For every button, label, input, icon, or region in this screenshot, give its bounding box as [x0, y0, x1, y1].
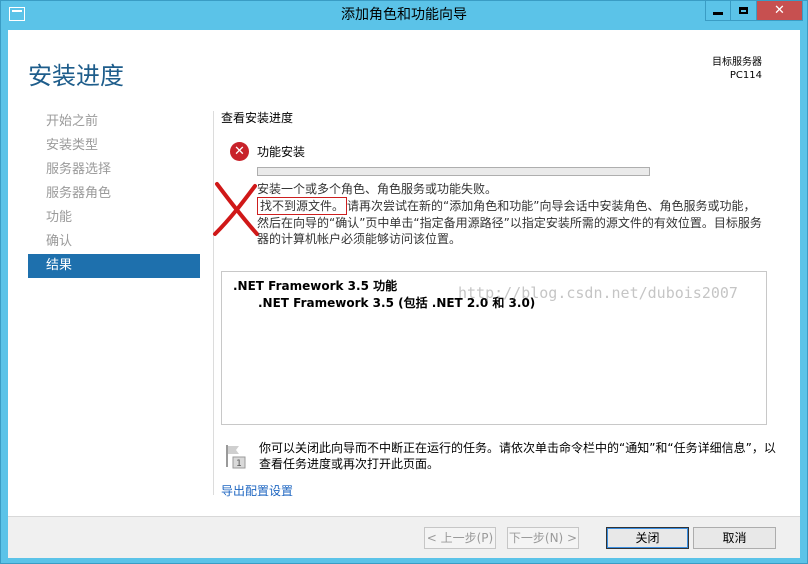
install-progress-bar [257, 167, 650, 176]
svg-text:1: 1 [236, 459, 242, 469]
error-message-line1: 安装一个或多个角色、角色服务或功能失败。 [257, 182, 498, 196]
error-icon: ✕ [230, 142, 249, 161]
title-bar[interactable]: 添加角色和功能向导 ✕ [1, 1, 807, 29]
page-title: 安装进度 [28, 62, 124, 90]
export-config-link[interactable]: 导出配置设置 [221, 482, 293, 499]
error-message-body: 找不到源文件。 请再次尝试在新的“添加角色和功能”向导会话中安装角色、角色服务或功… [257, 197, 767, 247]
red-x-annotation-icon [213, 182, 259, 236]
error-message: 安装一个或多个角色、角色服务或功能失败。 找不到源文件。 请再次尝试在新的“添加角… [257, 181, 767, 247]
close-icon: ✕ [774, 3, 785, 18]
maximize-icon [739, 7, 748, 14]
nav-item-server-roles[interactable]: 服务器角色 [28, 182, 200, 206]
minimize-icon [713, 12, 723, 15]
feature-install-label: 功能安装 [257, 145, 306, 159]
flag-icon: 1 [226, 445, 246, 469]
window-title: 添加角色和功能向导 [341, 7, 467, 23]
minimize-button[interactable] [705, 1, 731, 21]
wizard-nav: 开始之前 安装类型 服务器选择 服务器角色 功能 确认 结果 [28, 110, 200, 278]
cancel-button[interactable]: 取消 [693, 527, 776, 549]
window-controls: ✕ [705, 1, 803, 23]
wizard-footer: < 上一步(P) 下一步(N) > 关闭 取消 [8, 516, 800, 558]
main-panel: 查看安装进度 ✕ 功能安装 安装一个或多个角色、角色服务或功能失败。 找不到源文… [213, 30, 781, 500]
close-button[interactable]: 关闭 [606, 527, 689, 549]
nav-divider [213, 111, 214, 495]
info-text: 你可以关闭此向导而不中断正在运行的任务。请依次单击命令栏中的“通知”和“任务详细… [259, 441, 776, 471]
wizard-client-area: 安装进度 目标服务器 PC114 开始之前 安装类型 服务器选择 服务器角色 功… [8, 30, 800, 558]
wizard-window: 添加角色和功能向导 ✕ 安装进度 目标服务器 PC114 开始之前 安装类型 服… [0, 0, 808, 564]
nav-item-server-selection[interactable]: 服务器选择 [28, 158, 200, 182]
maximize-button[interactable] [731, 1, 757, 21]
close-window-button[interactable]: ✕ [757, 1, 803, 21]
watermark: http://blog.csdn.net/dubois2007 [458, 284, 738, 302]
install-details-box[interactable]: .NET Framework 3.5 功能 .NET Framework 3.5… [221, 271, 767, 425]
next-button[interactable]: 下一步(N) > [507, 527, 579, 549]
section-title: 查看安装进度 [221, 111, 294, 125]
error-source-not-found: 找不到源文件。 [257, 197, 348, 215]
detail-item-feature: .NET Framework 3.5 功能 [233, 279, 398, 293]
previous-button[interactable]: < 上一步(P) [424, 527, 496, 549]
nav-item-installation-type[interactable]: 安装类型 [28, 134, 200, 158]
nav-item-features[interactable]: 功能 [28, 206, 200, 230]
nav-item-before-you-begin[interactable]: 开始之前 [28, 110, 200, 134]
nav-item-results[interactable]: 结果 [28, 254, 200, 278]
nav-item-confirmation[interactable]: 确认 [28, 230, 200, 254]
